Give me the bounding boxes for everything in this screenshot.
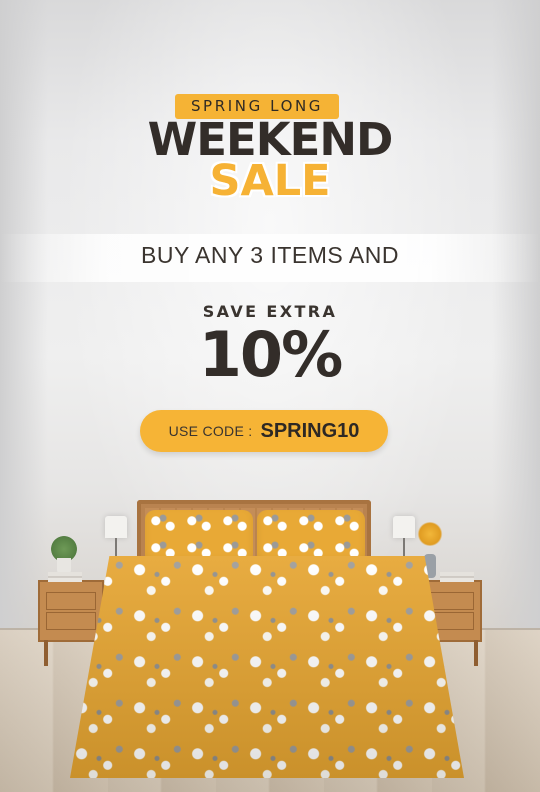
discount-value: 10% [198, 318, 343, 391]
pillow-left [145, 510, 253, 564]
nightstand-leg [44, 640, 48, 666]
lamp-shade-left [105, 516, 127, 538]
nightstand-leg [474, 640, 478, 666]
pillow-right [257, 510, 365, 564]
book-stack-left [48, 572, 82, 582]
subheadline: SALE [209, 156, 331, 206]
nightstand-left [38, 580, 104, 642]
offer-line: BUY ANY 3 ITEMS AND [141, 242, 399, 268]
lamp-shade-right [393, 516, 415, 538]
floral-duvet [70, 556, 464, 778]
code-label: USE CODE : [168, 423, 253, 439]
flower-bouquet [417, 522, 443, 546]
promo-banner[interactable]: SPRING LONG WEEKEND SALE BUY ANY 3 ITEMS… [0, 0, 540, 792]
promo-code-pill[interactable]: USE CODE : SPRING10 [140, 410, 388, 452]
promo-code: SPRING10 [260, 419, 360, 442]
book-stack-right [440, 572, 474, 582]
